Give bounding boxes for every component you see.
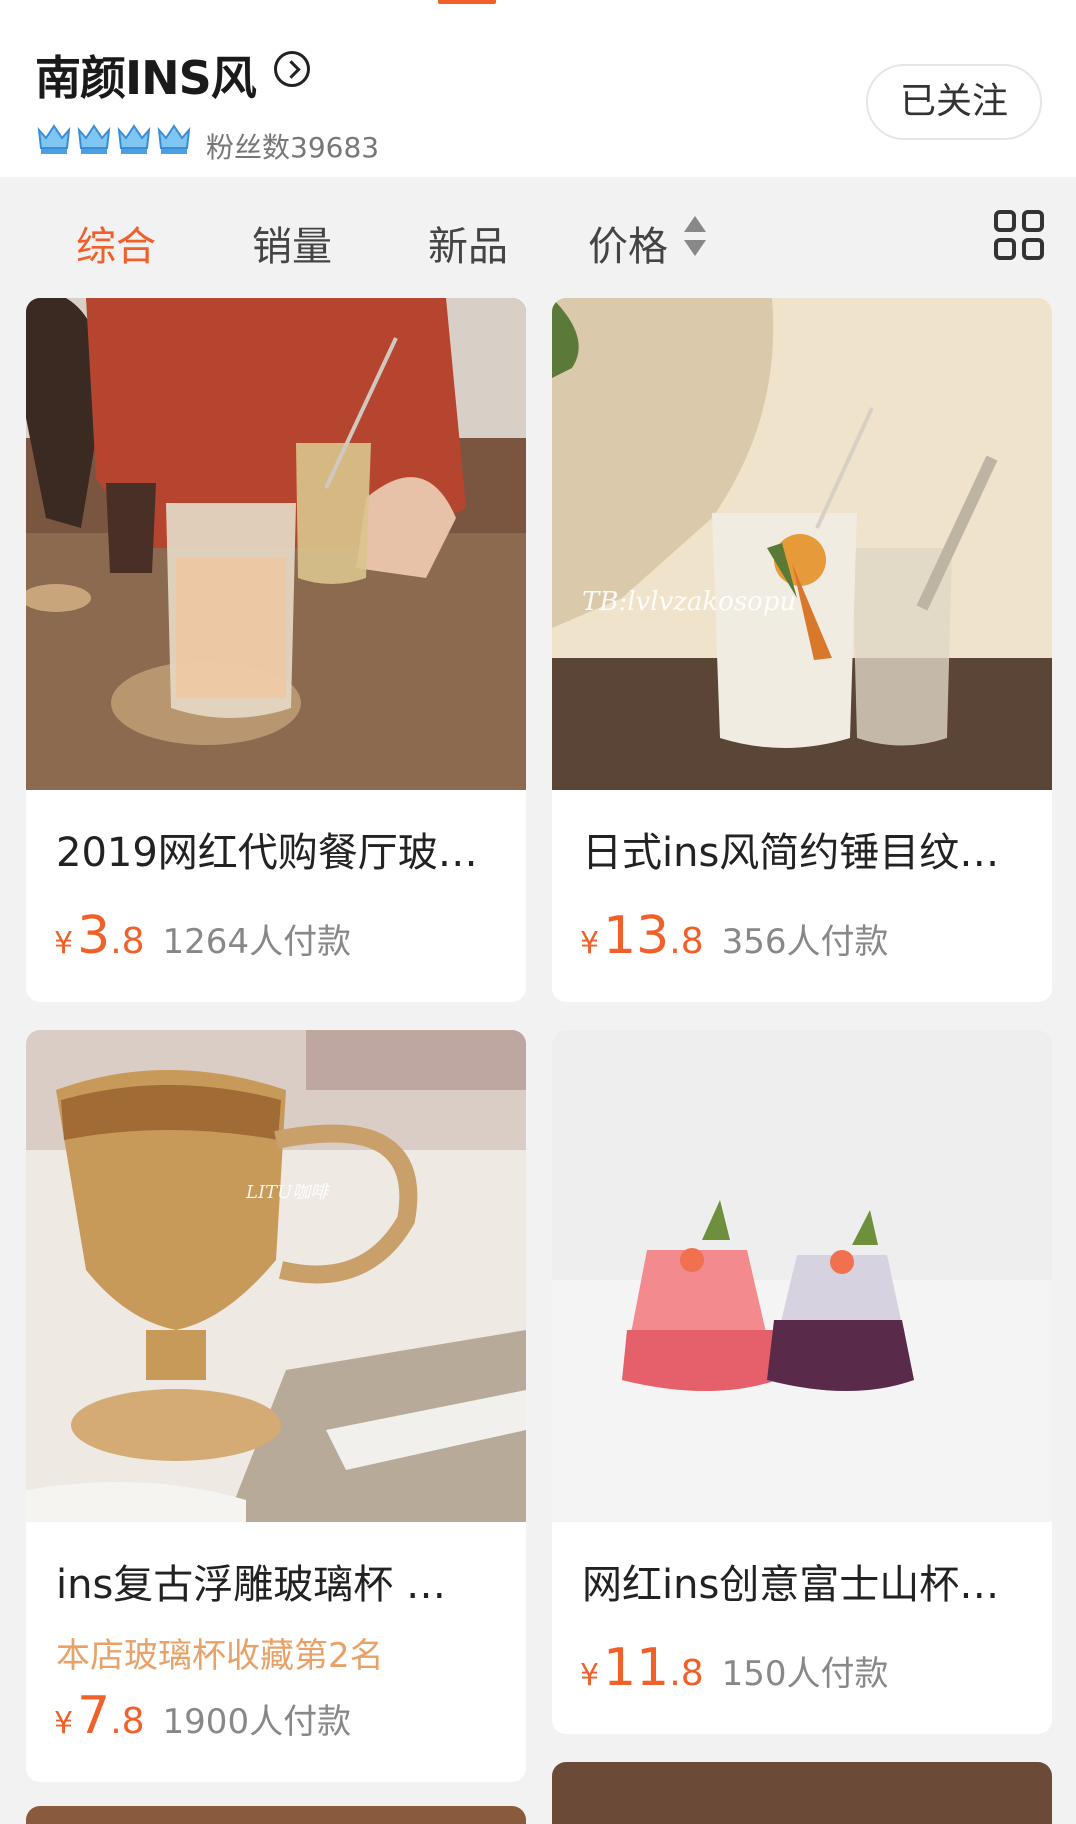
product-image[interactable]: TB:lvlvzakosopu [552, 298, 1052, 790]
product-card[interactable]: 2019网红代购餐厅玻… ¥ 3 .8 1264人付款 [26, 298, 526, 1002]
product-title[interactable]: 日式ins风简约锤目纹… [582, 820, 1022, 878]
crown-icon [117, 124, 151, 154]
top-tab-indicator [438, 0, 496, 4]
sold-count: 1900人付款 [162, 1702, 352, 1742]
tab-price[interactable]: 价格 [588, 214, 668, 272]
crown-icon [157, 124, 191, 154]
shop-header: 南颜INS风 粉丝数39683 已关注 [0, 0, 1076, 177]
currency-symbol: ¥ [54, 1706, 74, 1741]
crown-icon [37, 124, 71, 154]
price-integer: 13 [603, 906, 670, 966]
sold-count: 150人付款 [721, 1654, 889, 1694]
price-decimal: .8 [110, 1701, 145, 1742]
chevron-right-circle-icon[interactable] [274, 51, 310, 87]
product-title[interactable]: ins复古浮雕玻璃杯 … [56, 1552, 496, 1610]
sold-count: 356人付款 [721, 922, 889, 962]
currency-symbol: ¥ [580, 926, 600, 961]
sold-count: 1264人付款 [162, 922, 352, 962]
product-card[interactable]: TB:lvlvzakosopu 日式ins风简约锤目纹… ¥ 13 .8 356… [552, 298, 1052, 1002]
crown-icon [77, 124, 111, 154]
product-card-peek[interactable] [552, 1762, 1052, 1824]
price-decimal: .8 [110, 921, 145, 962]
shop-name[interactable]: 南颜INS风 [35, 42, 257, 108]
tab-new[interactable]: 新品 [428, 214, 508, 272]
currency-symbol: ¥ [54, 926, 74, 961]
price-integer: 7 [77, 1686, 111, 1746]
sort-bar [0, 177, 1076, 297]
shop-rating-crowns [36, 122, 192, 156]
image-watermark: LITU咖啡 [245, 1182, 331, 1203]
price-row: ¥ 3 .8 1264人付款 [54, 910, 351, 963]
price-sort-icon[interactable] [684, 216, 708, 260]
grid-view-icon[interactable] [994, 210, 1046, 262]
product-card[interactable]: LITU咖啡 ins复古浮雕玻璃杯 … 本店玻璃杯收藏第2名 ¥ 7 .8 19… [26, 1030, 526, 1782]
price-decimal: .8 [669, 921, 704, 962]
follow-button[interactable]: 已关注 [866, 64, 1042, 140]
product-card-peek[interactable] [26, 1806, 526, 1824]
product-title[interactable]: 网红ins创意富士山杯… [582, 1552, 1022, 1610]
currency-symbol: ¥ [580, 1658, 600, 1693]
tab-comprehensive[interactable]: 综合 [76, 214, 156, 272]
price-decimal: .8 [669, 1653, 704, 1694]
product-title[interactable]: 2019网红代购餐厅玻… [56, 820, 496, 878]
product-image[interactable]: LITU咖啡 [26, 1030, 526, 1522]
fans-count: 粉丝数39683 [206, 131, 380, 164]
product-image[interactable] [26, 298, 526, 790]
tab-sales[interactable]: 销量 [252, 214, 332, 272]
image-watermark: TB:lvlvzakosopu [582, 587, 796, 617]
price-row: ¥ 13 .8 356人付款 [580, 910, 889, 963]
price-integer: 11 [603, 1638, 670, 1698]
shop-rank-label: 本店玻璃杯收藏第2名 [56, 1636, 384, 1676]
product-image[interactable] [552, 1030, 1052, 1522]
price-integer: 3 [77, 906, 111, 966]
price-row: ¥ 7 .8 1900人付款 [54, 1690, 351, 1743]
price-row: ¥ 11 .8 150人付款 [580, 1642, 889, 1695]
product-card[interactable]: 网红ins创意富士山杯… ¥ 11 .8 150人付款 [552, 1030, 1052, 1734]
